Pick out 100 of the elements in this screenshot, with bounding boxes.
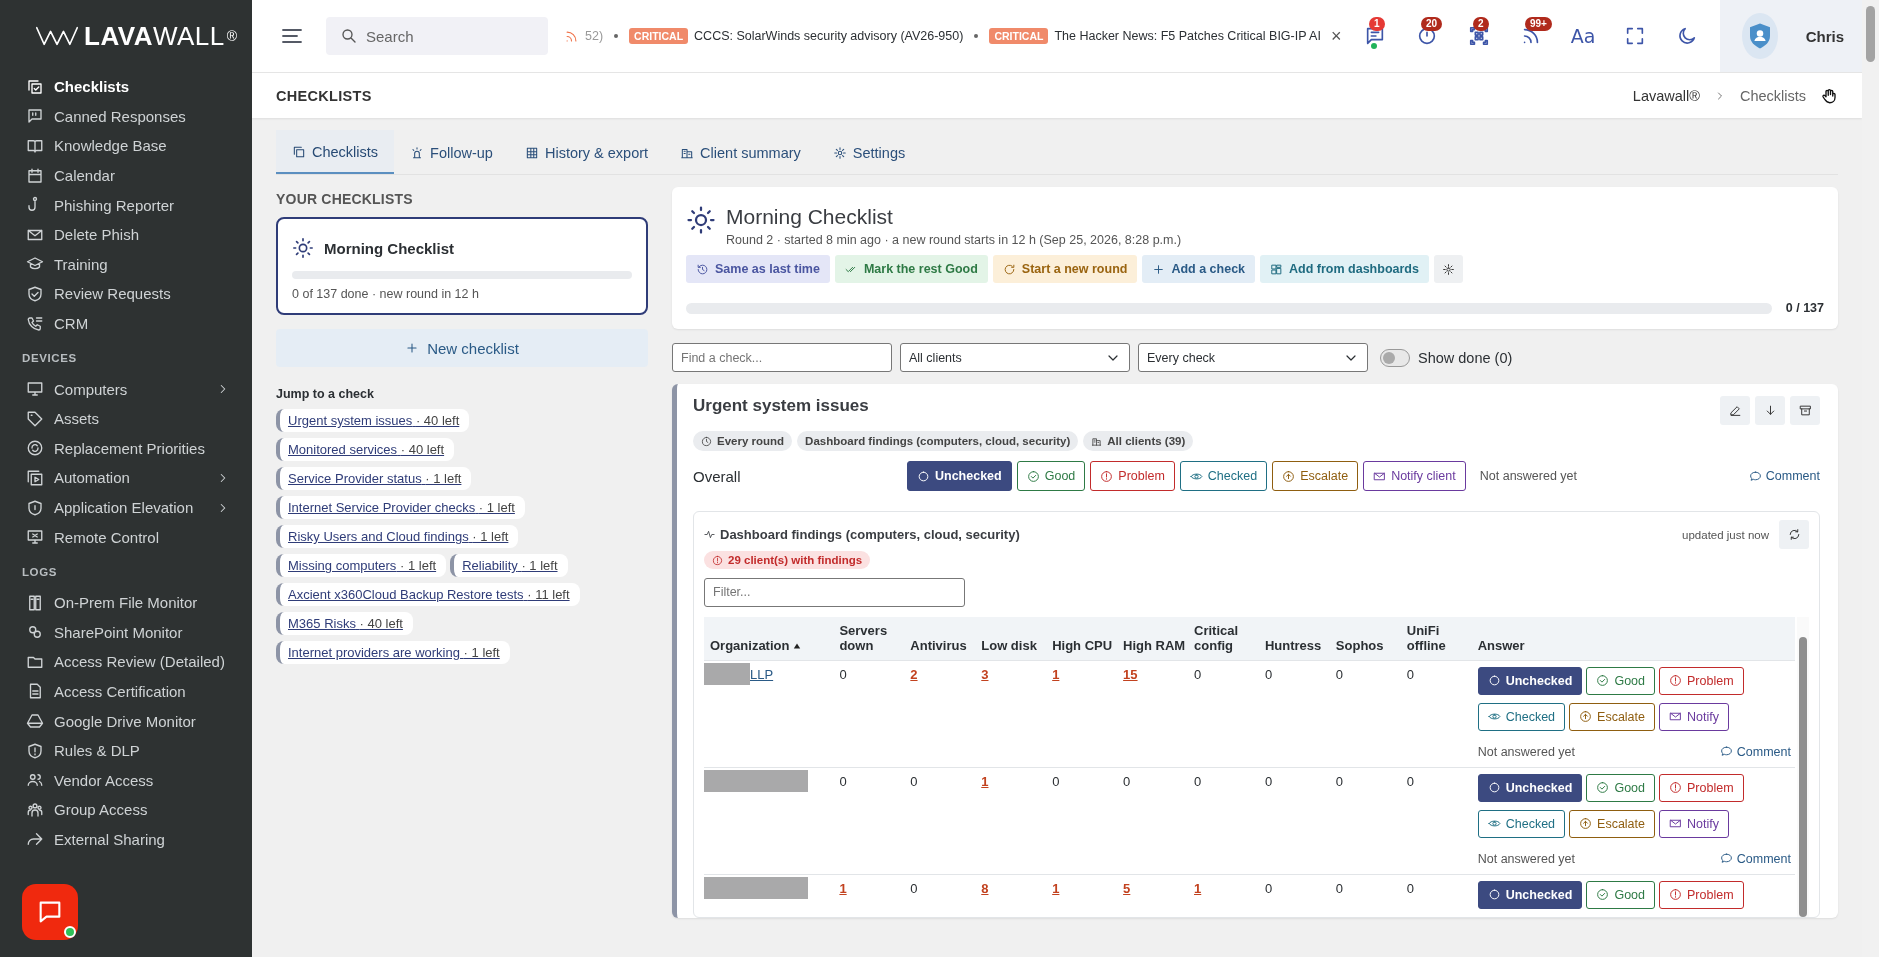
tab[interactable]: History & export [508,130,665,174]
sidebar-item[interactable]: Review Requests [0,279,252,309]
jump-link[interactable]: Internet providers are working · 1 left [276,641,510,664]
filter-dropdown[interactable]: All clients [900,343,1130,372]
answer-button[interactable]: Checked [1477,809,1566,838]
user-menu[interactable]: Chris [1720,0,1862,72]
count-link[interactable]: 1 [839,880,847,896]
settings-button[interactable] [1433,255,1463,283]
answer-button[interactable]: Escalate [1569,702,1655,731]
sidebar-item[interactable]: Replacement Priorities [0,433,252,464]
sidebar-item[interactable]: Phishing Reporter [0,190,252,220]
answer-button[interactable]: Notify [1659,809,1729,838]
answer-button[interactable]: Checked [1179,461,1268,491]
chat-button[interactable]: 1 [1352,17,1398,55]
sidebar-item[interactable]: Knowledge Base [0,131,252,161]
answer-button[interactable]: Good [1586,666,1655,695]
sidebar-item[interactable]: Google Drive Monitor [0,706,252,736]
action-button[interactable]: Add from dashboards [1260,255,1429,283]
sidebar-item[interactable]: SharePoint Monitor [0,617,252,648]
sidebar-item[interactable]: Rules & DLP [0,735,252,766]
answer-button[interactable]: Checked [1477,702,1566,731]
answer-button[interactable]: Good [1016,461,1086,491]
answer-button[interactable]: Unchecked [1477,880,1583,909]
sidebar-item[interactable]: Assets [0,403,252,434]
answer-button[interactable]: Problem [1090,461,1175,491]
answer-button[interactable]: Good [1586,880,1655,909]
action-button[interactable]: Mark the rest Good [834,255,988,283]
action-button[interactable]: Add a check [1142,255,1256,283]
answer-button[interactable]: Unchecked [907,461,1012,491]
close-button[interactable]: × [1326,25,1346,47]
font-size-button[interactable]: Aa [1560,17,1606,55]
column-header[interactable]: Organization [704,616,836,661]
answer-button[interactable]: Problem [1659,773,1744,802]
answer-button[interactable]: Escalate [1272,461,1359,491]
answer-button[interactable]: Good [1586,773,1655,802]
ticker-link[interactable]: The Hacker News: F5 Patches Critical BIG-IP AI [1054,29,1321,43]
jump-link[interactable]: Service Provider status · 1 left [276,467,472,490]
answer-button[interactable]: Escalate [1569,809,1655,838]
find-check-field[interactable]: Find a check... [672,343,892,372]
logo[interactable]: LAVAWALL$^{®}$ [0,0,252,72]
comment-link[interactable]: Comment [1719,851,1791,866]
count-link[interactable]: 3 [981,666,989,682]
count-link[interactable]: 5 [1123,880,1131,896]
answer-button[interactable]: Unchecked [1477,666,1583,695]
sidebar-item[interactable]: Calendar [0,160,252,191]
refresh-button[interactable] [1779,520,1809,549]
ticker-link[interactable]: CCCS: SolarWinds security advisory (AV26-950) [694,29,964,43]
jump-link[interactable]: Monitored services · 40 left [276,438,455,461]
count-link[interactable]: 2 [910,666,918,682]
sidebar-item[interactable]: Computers [0,374,252,404]
answer-button[interactable]: Notify client [1363,461,1466,491]
sidebar-item[interactable]: CRM [0,308,252,339]
jump-link[interactable]: Axcient x360Cloud Backup Restore tests · 11 left [276,583,580,606]
new-checklist-button[interactable]: New checklist [276,329,648,367]
count-link[interactable]: 1 [1052,880,1060,896]
sidebar-item[interactable]: Delete Phish [0,219,252,250]
sidebar-item[interactable]: External Sharing [0,824,252,855]
count-link[interactable]: 8 [981,880,989,896]
qr-code-button[interactable]: 2 [1456,17,1502,55]
search-field[interactable]: Search [326,17,548,55]
answer-button[interactable]: Problem [1659,666,1744,695]
jump-link[interactable]: M365 Risks · 40 left [276,612,413,635]
tab[interactable]: Client summary [664,130,817,174]
comment-link[interactable]: Comment [1748,469,1820,483]
answer-button[interactable]: Notify [1659,702,1729,731]
comment-link[interactable]: Comment [1719,744,1791,759]
tab[interactable]: Follow-up [394,130,509,174]
sidebar-item[interactable]: Training [0,249,252,280]
chat-button[interactable] [22,884,78,940]
jump-link[interactable]: Internet Service Provider checks · 1 left [276,496,525,519]
timer-button[interactable]: 20 [1404,17,1450,55]
filter-field[interactable]: Filter... [704,577,965,607]
filter-dropdown[interactable]: Every check [1138,343,1368,372]
scrollbar[interactable] [1797,616,1809,917]
action-button[interactable]: Same as last time [686,255,830,283]
breadcrumb-link[interactable]: Checklists [1739,87,1806,104]
breadcrumb-link[interactable]: Lavawall® [1632,87,1700,104]
count-link[interactable]: 1 [1194,880,1202,896]
sidebar-item[interactable]: Application Elevation [0,492,252,523]
sidebar-item[interactable]: On-Prem File Monitor [0,587,252,618]
tab[interactable]: Checklists [276,130,395,174]
sidebar-item[interactable]: Access Certification [0,676,252,707]
jump-link[interactable]: Missing computers · 1 left [276,554,447,577]
jump-link[interactable]: Risky Users and Cloud findings · 1 left [276,525,519,548]
count-link[interactable]: 1 [981,773,989,789]
edit-button[interactable] [1720,396,1750,425]
jump-link[interactable]: Reliability · 1 left [450,554,568,577]
sidebar-item[interactable]: Access Review (Detailed) [0,647,252,677]
sidebar-item[interactable]: Group Access [0,795,252,825]
rss-button[interactable]: 99+ [1508,17,1554,55]
answer-button[interactable]: Problem [1659,880,1744,909]
tab[interactable]: Settings [816,130,922,174]
organization-link[interactable]: LLP [750,667,774,683]
sidebar-item[interactable]: Automation [0,463,252,493]
sidebar-item[interactable]: Vendor Access [0,765,252,796]
checklist-card[interactable]: Morning Checklist 0 of 137 done · new round in 12 h [276,217,648,315]
action-button[interactable]: Start a new round [992,255,1138,283]
jump-link[interactable]: Urgent system issues · 40 left [276,409,470,432]
count-link[interactable]: 15 [1123,666,1138,682]
sidebar-item[interactable]: Checklists [0,72,252,102]
